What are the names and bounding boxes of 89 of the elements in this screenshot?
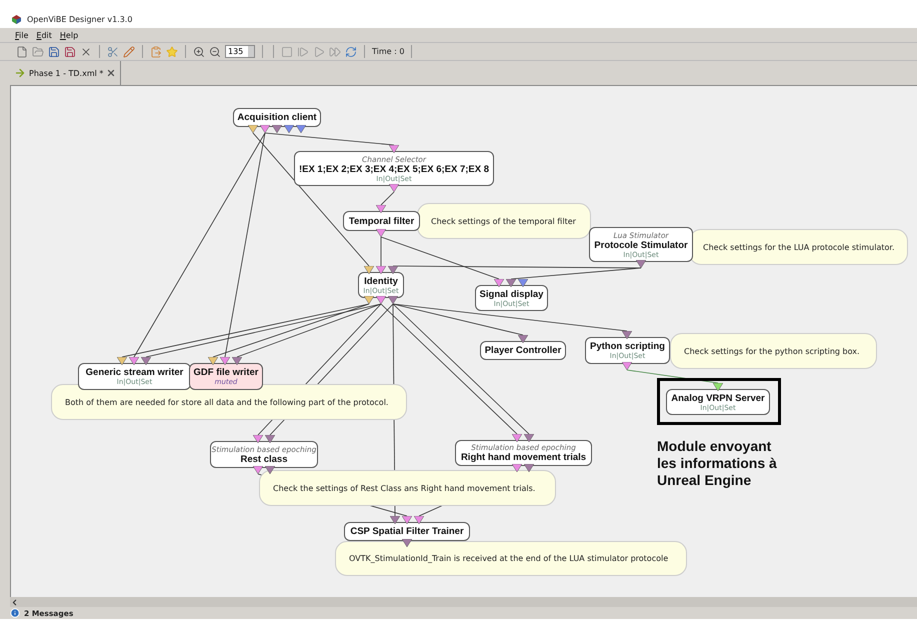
input-port-icon[interactable]	[141, 357, 151, 365]
info-icon	[10, 608, 20, 618]
box-name: Analog VRPN Server	[671, 392, 765, 404]
zoom-out-icon[interactable]	[209, 46, 221, 58]
annotation-text: Module envoyant les informations à Unreal Engine	[657, 438, 777, 489]
menu-item[interactable]: Edit	[36, 30, 52, 40]
scenario-box[interactable]: Acquisition client	[233, 108, 321, 127]
output-port-icon[interactable]	[402, 539, 412, 547]
input-port-icon[interactable]	[512, 434, 522, 442]
input-port-icon[interactable]	[129, 357, 139, 365]
close-icon[interactable]	[80, 46, 92, 58]
comment-note[interactable]: Check the settings of Rest Class ans Right hand movement trials.	[259, 470, 556, 506]
box-name: !EX 1;EX 2;EX 3;EX 4;EX 5;EX 6;EX 7;EX 8	[298, 164, 490, 174]
input-port-icon[interactable]	[390, 516, 400, 524]
window-title: OpenViBE Designer v1.3.0	[27, 15, 132, 24]
output-port-icon[interactable]	[376, 296, 386, 304]
comment-note[interactable]: Check settings of the temporal filter	[417, 203, 591, 239]
scroll-left-icon[interactable]	[10, 598, 19, 606]
close-icon[interactable]	[106, 68, 116, 78]
output-port-icon[interactable]	[248, 125, 258, 133]
input-port-icon[interactable]	[389, 145, 399, 153]
output-port-icon[interactable]	[512, 464, 522, 472]
input-port-icon[interactable]	[414, 516, 424, 524]
input-port-icon[interactable]	[376, 205, 386, 213]
output-port-icon[interactable]	[388, 296, 398, 304]
box-name: Temporal filter	[348, 216, 414, 226]
input-port-icon[interactable]	[232, 357, 242, 365]
output-port-icon[interactable]	[260, 125, 270, 133]
output-port-icon[interactable]	[636, 260, 646, 268]
app-logo-icon	[12, 15, 21, 24]
input-port-icon[interactable]	[364, 266, 374, 274]
output-port-icon[interactable]	[296, 125, 306, 133]
input-port-icon[interactable]	[265, 435, 275, 443]
scenario-box[interactable]: Temporal filter	[343, 211, 420, 231]
horizontal-scrollbar[interactable]	[10, 597, 917, 607]
scenario-box[interactable]: CSP Spatial Filter Trainer	[344, 522, 470, 541]
box-name: Rest class	[240, 454, 288, 464]
scissors-icon[interactable]	[107, 46, 119, 58]
output-port-icon[interactable]	[253, 466, 263, 474]
save-as-icon[interactable]	[64, 46, 76, 58]
star-icon[interactable]	[166, 46, 178, 58]
pencil-icon[interactable]	[123, 46, 135, 58]
zoom-field[interactable]: 135	[225, 45, 255, 58]
input-port-icon[interactable]	[402, 516, 412, 524]
input-port-icon[interactable]	[220, 357, 230, 365]
clipboard-icon[interactable]	[150, 46, 162, 58]
input-port-icon[interactable]	[208, 357, 218, 365]
output-port-icon[interactable]	[272, 125, 282, 133]
output-port-icon[interactable]	[265, 466, 275, 474]
box-name: Acquisition client	[237, 112, 317, 123]
output-port-icon[interactable]	[622, 362, 632, 370]
input-port-icon[interactable]	[713, 383, 723, 391]
box-name: Protocole Stimulator	[594, 240, 688, 250]
zoom-in-icon[interactable]	[193, 46, 205, 58]
box-name: Identity	[364, 276, 398, 286]
output-port-icon[interactable]	[524, 464, 534, 472]
input-port-icon[interactable]	[388, 266, 398, 274]
arrow-icon	[14, 67, 26, 79]
scenario-box[interactable]: Player Controller	[480, 341, 566, 360]
menu-item[interactable]: Help	[60, 30, 78, 40]
box-name: CSP Spatial Filter Trainer	[350, 526, 464, 537]
box-name: Python scripting	[590, 341, 665, 352]
comment-note[interactable]: Check settings for the LUA protocole stimulator.	[689, 229, 908, 265]
input-port-icon[interactable]	[376, 266, 386, 274]
output-port-icon[interactable]	[376, 229, 386, 237]
box-name: Player Controller	[484, 345, 562, 356]
comment-note[interactable]: Check settings for the python scripting box.	[670, 333, 877, 369]
input-port-icon[interactable]	[253, 435, 263, 443]
comment-note[interactable]: OVTK_StimulationId_Train is received at the end of the LUA stimulator protocole	[335, 541, 687, 576]
box-name: Signal display	[480, 288, 544, 300]
input-port-icon[interactable]	[506, 279, 516, 287]
comment-note[interactable]: Both of them are needed for store all data and the following part of the protocol.	[51, 384, 407, 420]
input-port-icon[interactable]	[494, 279, 504, 287]
output-port-icon[interactable]	[389, 184, 399, 192]
output-port-icon[interactable]	[364, 296, 374, 304]
refresh-icon[interactable]	[345, 46, 357, 58]
menu-item[interactable]: File	[15, 30, 28, 40]
new-file-icon[interactable]	[16, 46, 28, 58]
box-name: Right hand movement trials	[460, 452, 586, 463]
input-port-icon[interactable]	[117, 357, 127, 365]
time-label: Time : 0	[372, 47, 404, 56]
input-port-icon[interactable]	[524, 434, 534, 442]
input-port-icon[interactable]	[518, 335, 528, 343]
output-port-icon[interactable]	[284, 125, 294, 133]
save-icon[interactable]	[48, 46, 60, 58]
box-name: Generic stream writer	[86, 367, 184, 378]
box-name: GDF file writer	[194, 367, 258, 378]
input-port-icon[interactable]	[518, 279, 528, 287]
input-port-icon[interactable]	[622, 331, 632, 339]
